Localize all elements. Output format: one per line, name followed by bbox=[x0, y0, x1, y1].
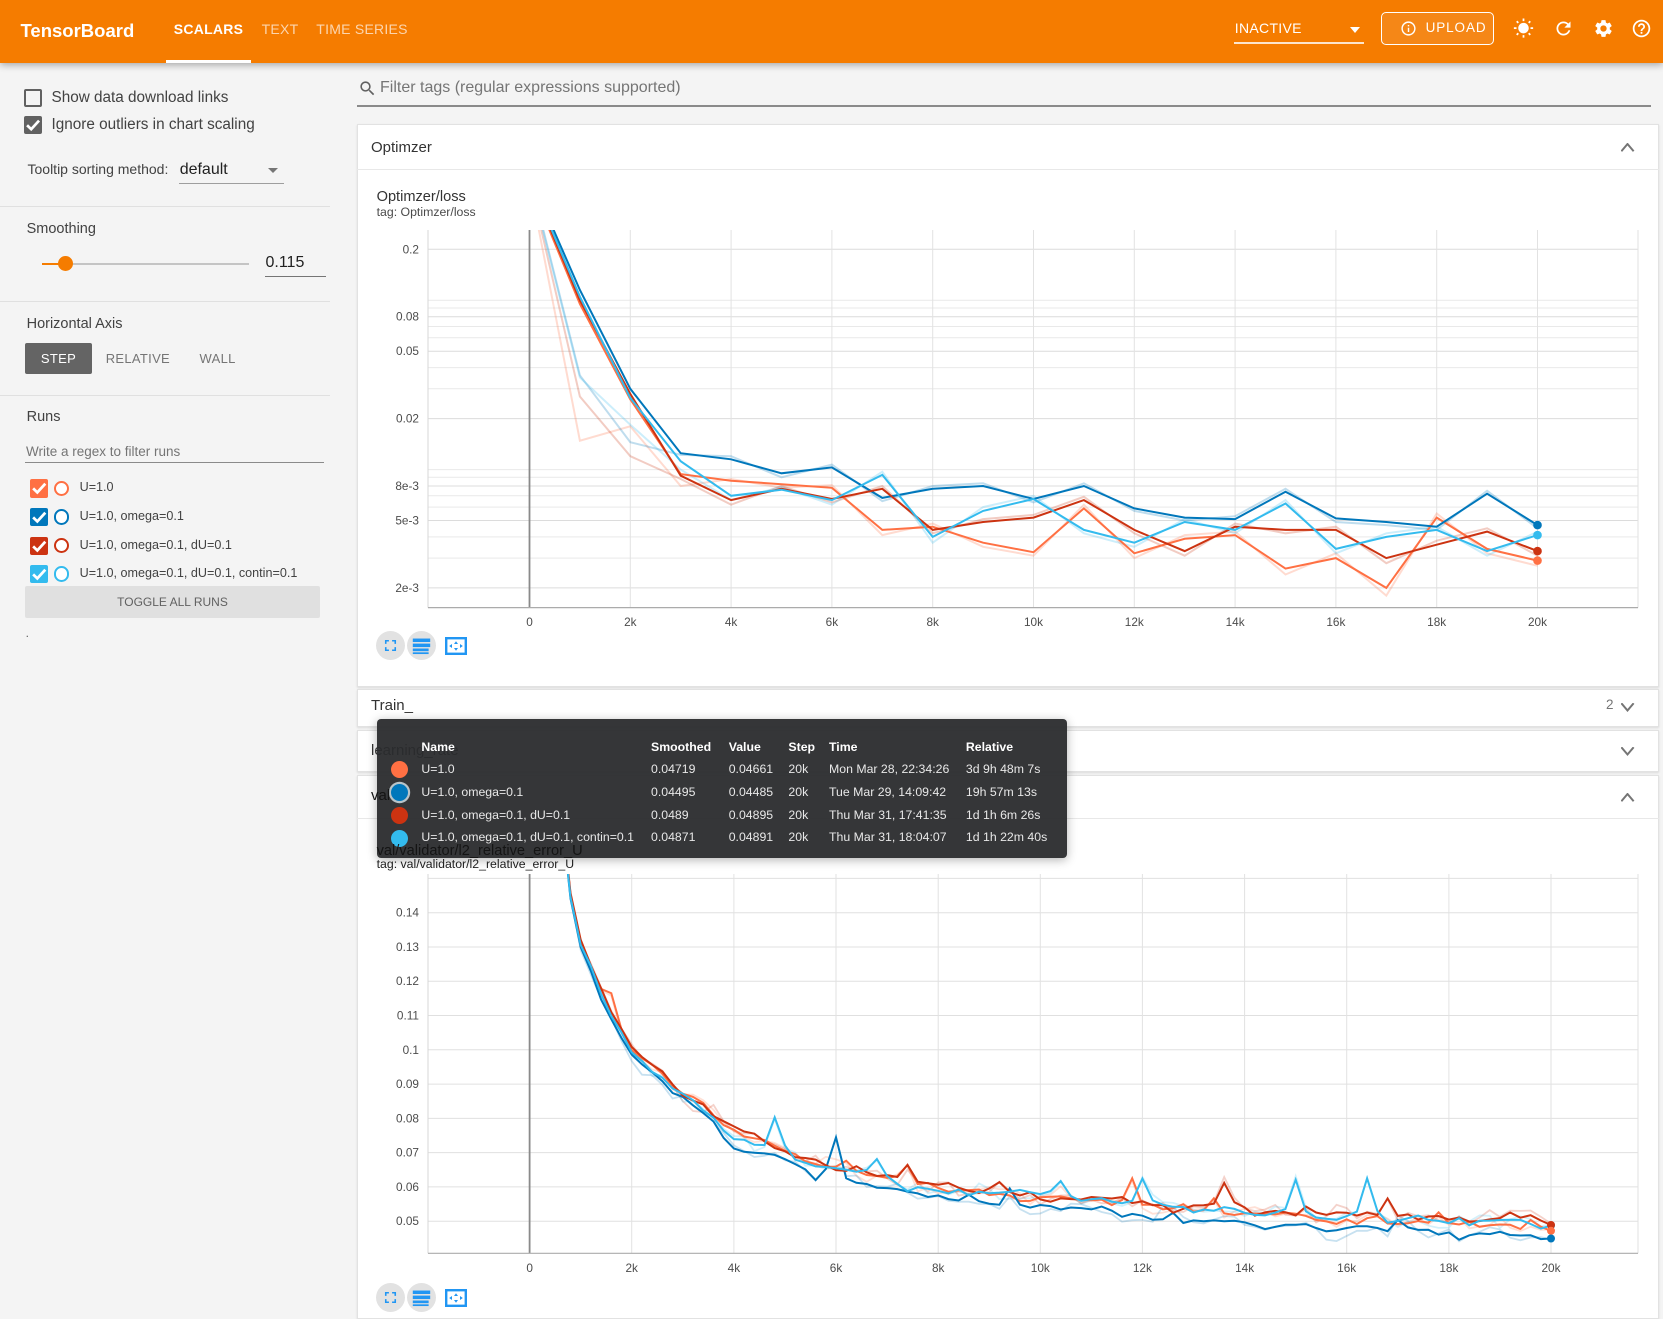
svg-text:0.11: 0.11 bbox=[397, 1009, 419, 1023]
svg-text:0.05: 0.05 bbox=[396, 1214, 419, 1228]
svg-text:0.07: 0.07 bbox=[396, 1146, 419, 1160]
svg-text:0.2: 0.2 bbox=[403, 242, 419, 256]
svg-text:4k: 4k bbox=[725, 615, 738, 629]
svg-text:10k: 10k bbox=[1031, 1261, 1050, 1275]
svg-text:18k: 18k bbox=[1427, 615, 1446, 629]
svg-text:0.14: 0.14 bbox=[396, 906, 419, 920]
svg-text:0.1: 0.1 bbox=[403, 1043, 419, 1057]
svg-text:18k: 18k bbox=[1439, 1261, 1458, 1275]
svg-text:8k: 8k bbox=[932, 1261, 945, 1275]
svg-text:6k: 6k bbox=[826, 615, 839, 629]
svg-text:20k: 20k bbox=[1528, 615, 1547, 629]
svg-text:6k: 6k bbox=[830, 1261, 843, 1275]
svg-text:2k: 2k bbox=[624, 615, 637, 629]
svg-text:8k: 8k bbox=[926, 615, 939, 629]
svg-text:2e-3: 2e-3 bbox=[395, 581, 419, 595]
svg-text:16k: 16k bbox=[1337, 1261, 1356, 1275]
svg-text:0.13: 0.13 bbox=[396, 940, 419, 954]
svg-text:14k: 14k bbox=[1235, 1261, 1254, 1275]
svg-text:4k: 4k bbox=[728, 1261, 741, 1275]
svg-text:0: 0 bbox=[526, 1261, 533, 1275]
svg-text:0.08: 0.08 bbox=[396, 1111, 419, 1125]
svg-text:8e-3: 8e-3 bbox=[395, 479, 419, 493]
svg-text:0.12: 0.12 bbox=[396, 974, 419, 988]
svg-text:20k: 20k bbox=[1541, 1261, 1560, 1275]
svg-text:0.08: 0.08 bbox=[396, 310, 419, 324]
svg-text:14k: 14k bbox=[1226, 615, 1245, 629]
svg-text:2k: 2k bbox=[625, 1261, 638, 1275]
svg-text:0.09: 0.09 bbox=[396, 1077, 419, 1091]
svg-text:0.02: 0.02 bbox=[396, 412, 419, 426]
svg-text:16k: 16k bbox=[1326, 615, 1345, 629]
svg-text:12k: 12k bbox=[1125, 615, 1144, 629]
svg-text:12k: 12k bbox=[1133, 1261, 1152, 1275]
svg-text:10k: 10k bbox=[1024, 615, 1043, 629]
svg-text:5e-3: 5e-3 bbox=[395, 514, 419, 528]
svg-text:0: 0 bbox=[526, 615, 533, 629]
svg-text:0.05: 0.05 bbox=[396, 344, 419, 358]
svg-text:0.06: 0.06 bbox=[396, 1180, 419, 1194]
